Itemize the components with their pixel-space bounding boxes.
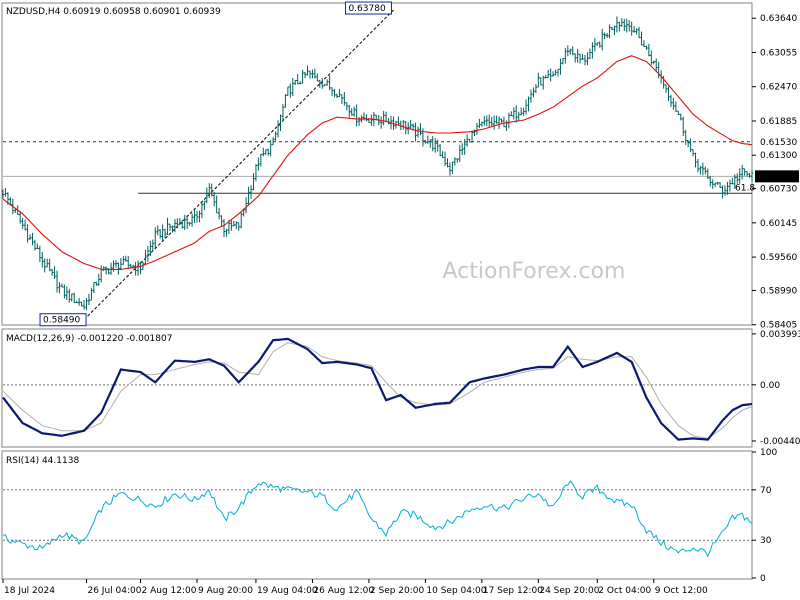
rsi-header: RSI(14) 44.1138	[6, 456, 79, 466]
rsi-tick-label: 100	[760, 448, 777, 458]
price-tick-label: 0.60145	[760, 219, 797, 229]
x-tick-label: 2 Oct 04:00	[598, 586, 651, 596]
current-price-tag: 0.60939	[760, 172, 797, 182]
macd-header: MACD(12,26,9) -0.001220 -0.001807	[6, 334, 172, 344]
rsi-tick-label: 30	[760, 536, 772, 546]
main-header: NZDUSD,H4 0.60919 0.60958 0.60901 0.6093…	[6, 7, 221, 17]
rsi-tick-label: 70	[760, 486, 772, 496]
price-tick-label: 0.63640	[760, 14, 797, 24]
macd-tick-label: -0.004406	[760, 437, 800, 447]
price-tick-label: 0.61300	[760, 151, 797, 161]
price-annotation-label: 0.58490	[43, 316, 80, 326]
x-tick-label: 26 Aug 12:00	[313, 586, 374, 596]
fib-label: 61.8	[735, 183, 755, 193]
x-tick-label: 2 Sep 20:00	[370, 586, 425, 596]
x-tick-label: 24 Sep 20:00	[539, 586, 599, 596]
x-tick-label: 10 Sep 04:00	[426, 586, 486, 596]
price-tick-label: 0.60730	[760, 185, 797, 195]
macd-tick-label: 0.00	[760, 381, 780, 391]
x-tick-label: 9 Aug 20:00	[198, 586, 253, 596]
price-tick-label: 0.59560	[760, 253, 797, 263]
x-tick-label: 18 Jul 2024	[4, 586, 55, 596]
price-tick-label: 0.61885	[760, 117, 797, 127]
price-tick-label: 0.63055	[760, 48, 797, 58]
rsi-tick-label: 0	[760, 574, 766, 584]
x-tick-label: 19 Aug 04:00	[257, 586, 318, 596]
price-annotation-label: 0.63780	[348, 4, 385, 14]
x-tick-label: 26 Jul 04:00	[87, 586, 141, 596]
price-tick-label: 0.58990	[760, 286, 797, 296]
chart-canvas: ActionForex.com NZDUSD,H4 0.60919 0.6095…	[0, 0, 800, 600]
resistance-tag: 0.61530	[760, 138, 797, 148]
x-tick-label: 17 Sep 12:00	[483, 586, 543, 596]
price-tick-label: 0.62470	[760, 83, 797, 93]
x-tick-label: 9 Oct 12:00	[655, 586, 708, 596]
watermark: ActionForex.com	[443, 259, 626, 284]
macd-tick-label: 0.003993	[760, 330, 800, 340]
x-tick-label: 2 Aug 12:00	[142, 586, 197, 596]
